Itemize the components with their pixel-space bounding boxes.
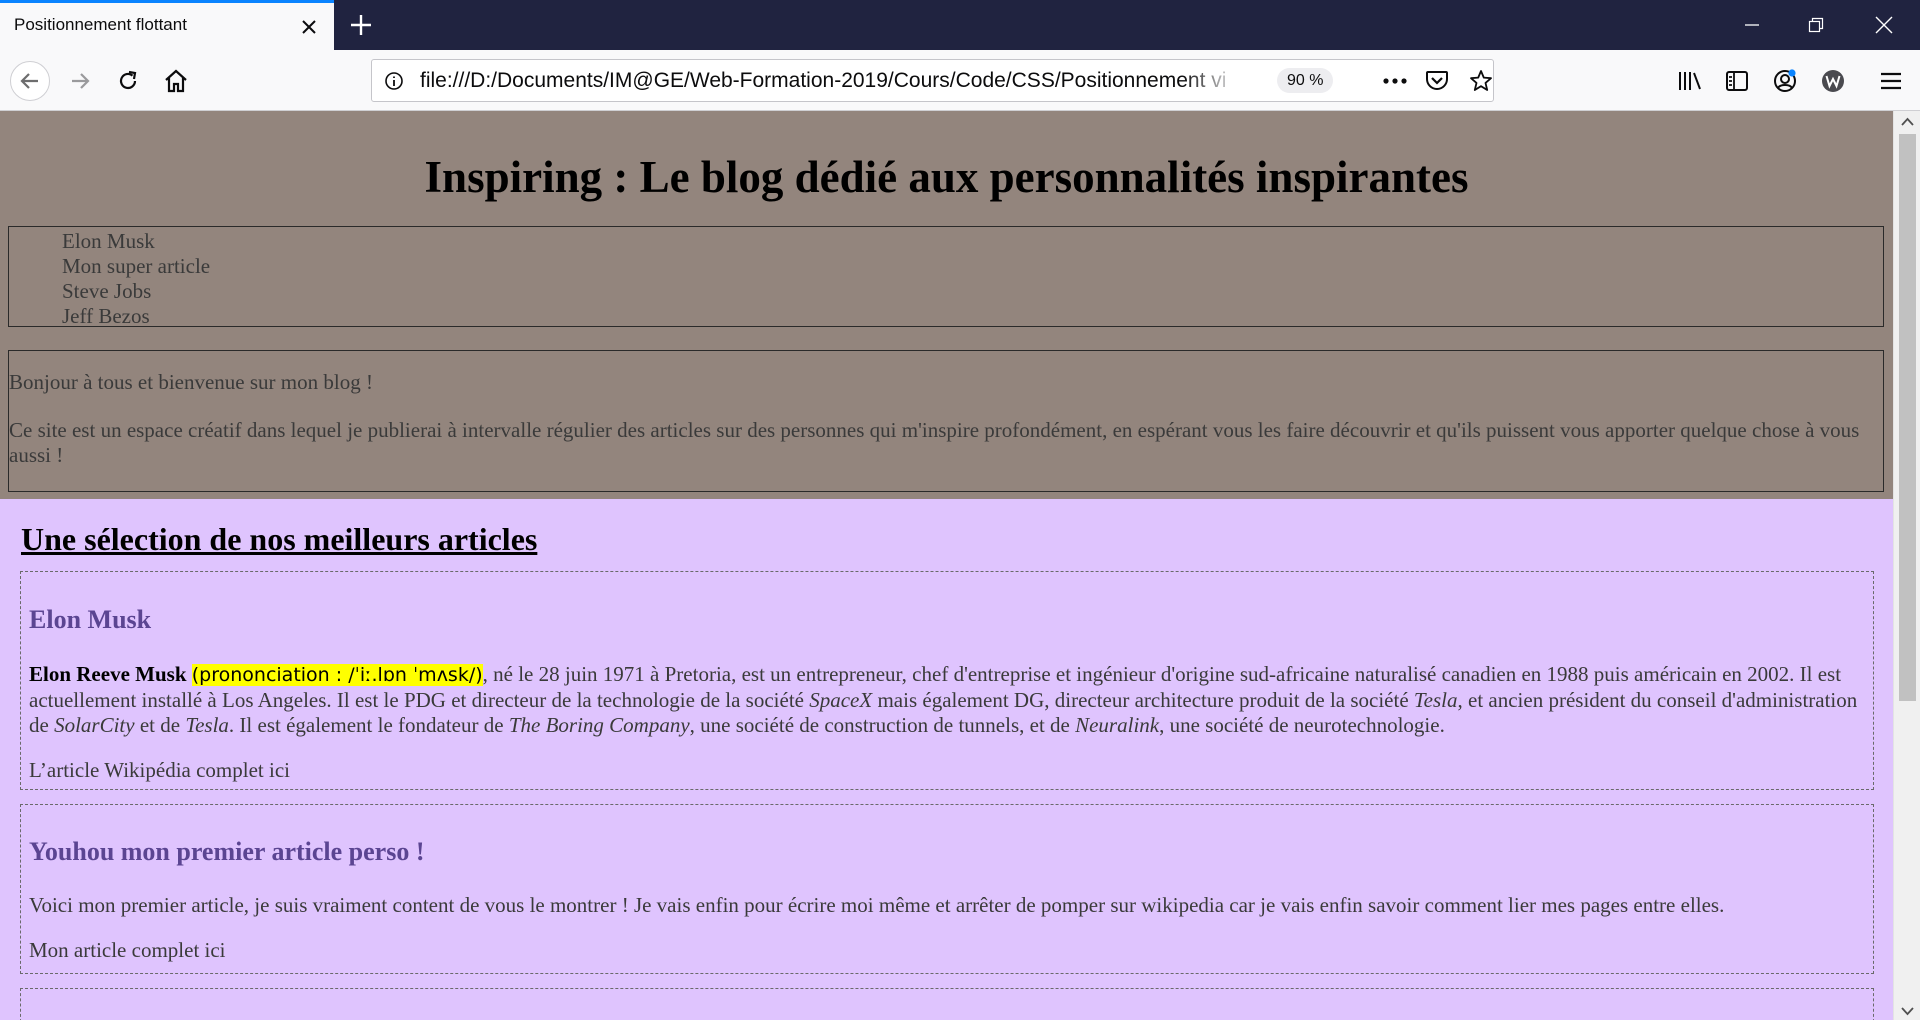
home-button[interactable]: [156, 61, 196, 101]
bookmark-star-button[interactable]: [1468, 68, 1494, 94]
extension-w-icon: [1822, 70, 1844, 92]
vertical-scrollbar[interactable]: [1893, 111, 1920, 1020]
body-text: mais également DG, directeur architectur…: [872, 688, 1414, 712]
body-italic-spacex: SpaceX: [809, 688, 873, 712]
body-text: , une société de neurotechnologie.: [1159, 713, 1445, 737]
pocket-icon: [1426, 71, 1448, 90]
intro-paragraph-welcome: Bonjour à tous et bienvenue sur mon blog…: [9, 370, 373, 394]
article-name-bold: Elon Reeve Musk: [29, 662, 187, 686]
account-icon: [1774, 69, 1796, 92]
back-arrow-icon: [20, 73, 38, 89]
active-tab[interactable]: Positionnement flottant: [0, 0, 334, 50]
body-text: et de: [134, 713, 186, 737]
close-window-button[interactable]: [1848, 0, 1920, 50]
section-title: Une sélection de nos meilleurs articles: [21, 521, 538, 557]
article-title: Elon Musk: [29, 605, 152, 634]
site-info-icon[interactable]: [384, 71, 404, 91]
sidebar-icon: [1726, 71, 1748, 91]
article-read-more-link[interactable]: Mon article complet ici: [29, 938, 226, 963]
library-icon: [1679, 72, 1701, 90]
nav-item-elon-musk[interactable]: Elon Musk: [62, 229, 210, 254]
reload-icon: [119, 70, 137, 90]
zoom-level-badge[interactable]: 90 %: [1277, 68, 1334, 93]
forward-button[interactable]: [60, 61, 100, 101]
scrollbar-thumb[interactable]: [1899, 134, 1916, 701]
body-italic-boring-company: The Boring Company: [508, 713, 690, 737]
pronunciation-highlight: (prononciation : /ˈiː.lɒn ˈmʌsk/): [191, 664, 483, 686]
article-body: Voici mon premier article, je suis vraim…: [29, 893, 1725, 917]
blog-title: Inspiring : Le blog dédié aux personnali…: [424, 152, 1469, 202]
minimize-icon: [1745, 24, 1759, 26]
page-viewport: Inspiring : Le blog dédié aux personnali…: [0, 111, 1893, 1020]
star-icon: [1470, 70, 1492, 91]
nav-item-mon-super-article[interactable]: Mon super article: [62, 254, 210, 279]
back-button[interactable]: [10, 61, 50, 101]
nav-item-steve-jobs[interactable]: Steve Jobs: [62, 279, 210, 304]
body-italic-solarcity: SolarCity: [54, 713, 135, 737]
close-window-icon: [1875, 16, 1893, 34]
account-button[interactable]: [1768, 64, 1802, 98]
forward-arrow-icon: [72, 73, 90, 89]
url-bar[interactable]: file:///D:/Documents/IM@GE/Web-Formation…: [371, 59, 1494, 102]
body-italic-tesla: Tesla: [1413, 688, 1458, 712]
blog-nav: Elon Musk Mon super article Steve Jobs J…: [8, 226, 1884, 329]
article-read-more-link[interactable]: L’article Wikipédia complet ici: [29, 758, 290, 783]
nav-item-jeff-bezos[interactable]: Jeff Bezos: [62, 304, 210, 329]
body-italic-tesla: Tesla: [185, 713, 229, 737]
scroll-up-arrow-icon[interactable]: [1901, 117, 1914, 126]
hamburger-menu-icon: [1881, 72, 1901, 90]
page-header-section: Inspiring : Le blog dédié aux personnali…: [0, 111, 1893, 499]
menu-button[interactable]: [1874, 64, 1908, 98]
tab-title: Positionnement flottant: [14, 15, 187, 34]
body-text: . Il est également le fondateur de: [228, 713, 509, 737]
article-card-premier-article: Youhou mon premier article perso ! Voici…: [20, 804, 1874, 974]
new-tab-icon[interactable]: [346, 10, 376, 40]
article-title: Youhou mon premier article perso !: [29, 837, 425, 866]
tab-bar: Positionnement flottant: [0, 0, 1920, 50]
home-icon: [165, 69, 187, 93]
nav-list: Elon Musk Mon super article Steve Jobs J…: [62, 229, 210, 329]
restore-icon: [1808, 17, 1824, 33]
scroll-down-arrow-icon[interactable]: [1901, 1007, 1914, 1016]
pocket-button[interactable]: [1424, 68, 1450, 94]
body-italic-neuralink: Neuralink: [1075, 713, 1160, 737]
intro-paragraph-description: Ce site est un espace créatif dans leque…: [9, 418, 1860, 467]
navigation-toolbar: file:///D:/Documents/IM@GE/Web-Formation…: [0, 50, 1920, 111]
minimize-button[interactable]: [1716, 0, 1788, 50]
sidebar-button[interactable]: [1720, 64, 1754, 98]
intro-box: Bonjour à tous et bienvenue sur mon blog…: [8, 350, 1884, 492]
reload-button[interactable]: [108, 61, 148, 101]
restore-button[interactable]: [1780, 0, 1852, 50]
article-card-elon-musk: Elon Musk Elon Reeve Musk (prononciation…: [20, 571, 1874, 790]
library-button[interactable]: [1673, 64, 1707, 98]
body-text: , une société de construction de tunnels…: [689, 713, 1076, 737]
page-actions-button[interactable]: [1382, 68, 1408, 94]
article-card-next: [20, 988, 1874, 1020]
extension-button[interactable]: [1816, 64, 1850, 98]
url-text[interactable]: file:///D:/Documents/IM@GE/Web-Formation…: [420, 69, 1240, 93]
article-body: Elon Reeve Musk (prononciation : /ˈiː.lɒ…: [29, 662, 1869, 738]
close-tab-icon[interactable]: [298, 16, 320, 38]
more-dots-icon: [1383, 78, 1407, 84]
